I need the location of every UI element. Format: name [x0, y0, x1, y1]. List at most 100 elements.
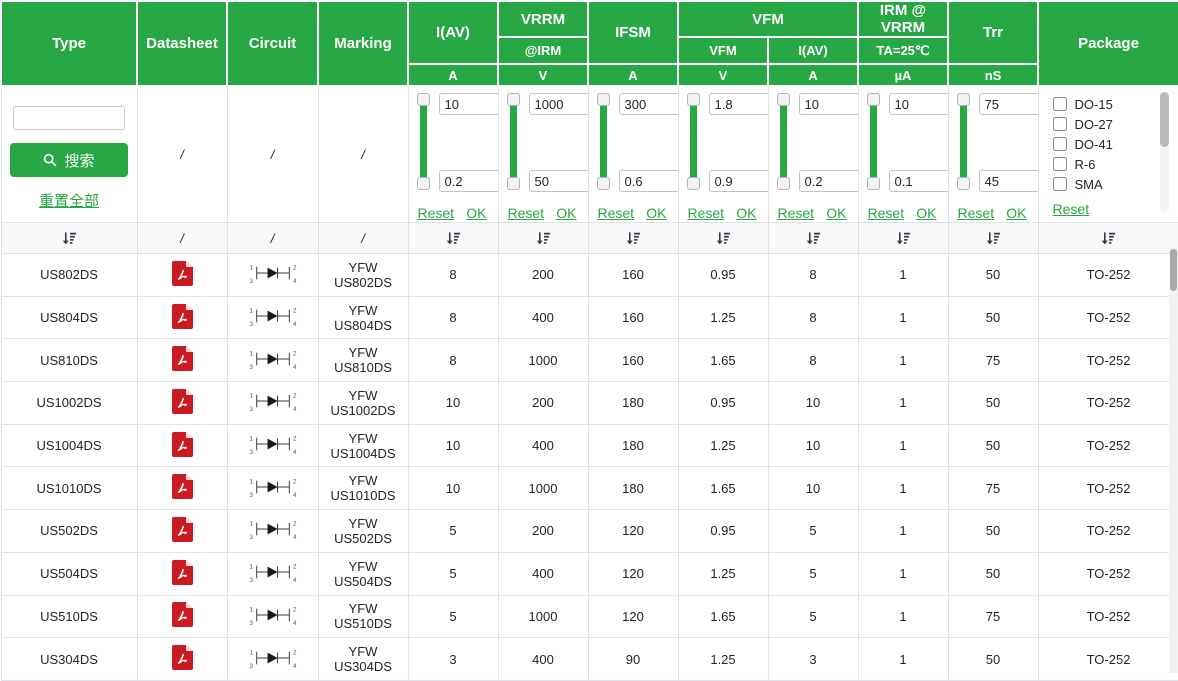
min-value-input[interactable]: [438, 170, 497, 192]
vertical-range-slider[interactable]: [506, 93, 520, 190]
pdf-download-link[interactable]: [171, 303, 193, 329]
max-value-input[interactable]: [708, 93, 767, 115]
svg-text:1: 1: [249, 649, 253, 656]
vertical-range-slider[interactable]: [416, 93, 430, 190]
slider-track[interactable]: [509, 98, 517, 185]
table-scrollbar-thumb[interactable]: [1170, 249, 1177, 291]
sort-vfm[interactable]: [677, 222, 769, 254]
min-value-input[interactable]: [798, 170, 858, 192]
slider-track[interactable]: [689, 98, 697, 185]
min-value-input[interactable]: [888, 170, 948, 192]
sort-icon[interactable]: [986, 231, 1001, 246]
pdf-download-link[interactable]: [171, 431, 193, 457]
min-value-input[interactable]: [618, 170, 677, 192]
search-input[interactable]: [13, 106, 125, 130]
reset-link[interactable]: Reset: [508, 205, 545, 221]
sort-icon[interactable]: [896, 231, 911, 246]
max-value-input[interactable]: [528, 93, 587, 115]
ok-link[interactable]: OK: [1006, 205, 1026, 221]
slider-handle-max[interactable]: [776, 93, 790, 106]
slider-handle-max[interactable]: [686, 93, 700, 106]
table-row: US1002DS 1 3 2 4 YFW US1002DS 10 200 180…: [0, 381, 1178, 425]
slider-handle-max[interactable]: [866, 93, 880, 106]
slider-handle-min[interactable]: [776, 177, 790, 190]
pdf-download-link[interactable]: [171, 388, 193, 414]
vertical-range-slider[interactable]: [776, 93, 790, 190]
min-value-input[interactable]: [528, 170, 587, 192]
ok-link[interactable]: OK: [736, 205, 756, 221]
package-scrollbar[interactable]: [1159, 92, 1169, 212]
reset-link[interactable]: Reset: [688, 205, 725, 221]
sort-vrrm[interactable]: [497, 222, 589, 254]
pdf-download-link[interactable]: [171, 260, 193, 286]
ok-link[interactable]: OK: [916, 205, 936, 221]
checkbox-unchecked[interactable]: [1052, 117, 1067, 131]
sort-trr[interactable]: [947, 222, 1039, 254]
max-value-input[interactable]: [438, 93, 497, 115]
max-value-input[interactable]: [978, 93, 1038, 115]
sort-iav[interactable]: [407, 222, 499, 254]
pdf-download-link[interactable]: [171, 474, 193, 500]
pdf-download-link[interactable]: [171, 346, 193, 372]
slider-handle-max[interactable]: [596, 93, 610, 106]
slider-track[interactable]: [779, 98, 787, 185]
package-reset-link[interactable]: Reset: [1053, 201, 1090, 217]
min-value-input[interactable]: [978, 170, 1038, 192]
reset-link[interactable]: Reset: [868, 205, 905, 221]
checkbox-unchecked[interactable]: [1052, 137, 1067, 151]
package-scrollbar-thumb[interactable]: [1159, 92, 1169, 147]
vertical-range-slider[interactable]: [956, 93, 970, 190]
slider-handle-min[interactable]: [956, 177, 970, 190]
slider-track[interactable]: [419, 98, 427, 185]
pdf-download-link[interactable]: [171, 516, 193, 542]
ok-link[interactable]: OK: [466, 205, 486, 221]
sort-ifsm[interactable]: [587, 222, 679, 254]
search-button[interactable]: 搜索: [10, 143, 128, 177]
slider-handle-min[interactable]: [416, 177, 430, 190]
reset-all-link[interactable]: 重置全部: [39, 190, 99, 211]
sort-type[interactable]: [0, 222, 138, 254]
sort-icon[interactable]: [626, 231, 641, 246]
max-value-input[interactable]: [798, 93, 858, 115]
checkbox-unchecked[interactable]: [1052, 157, 1067, 171]
max-value-input[interactable]: [618, 93, 677, 115]
slider-handle-min[interactable]: [506, 177, 520, 190]
slider-handle-max[interactable]: [416, 93, 430, 106]
slider-handle-min[interactable]: [686, 177, 700, 190]
sort-icon[interactable]: [1101, 231, 1116, 246]
slider-track[interactable]: [869, 98, 877, 185]
pdf-download-link[interactable]: [171, 645, 193, 671]
sort-icon[interactable]: [536, 231, 551, 246]
ok-link[interactable]: OK: [646, 205, 666, 221]
reset-link[interactable]: Reset: [598, 205, 635, 221]
ok-link[interactable]: OK: [556, 205, 576, 221]
checkbox-unchecked[interactable]: [1052, 97, 1067, 111]
pdf-download-link[interactable]: [171, 602, 193, 628]
reset-link[interactable]: Reset: [778, 205, 815, 221]
slider-handle-max[interactable]: [956, 93, 970, 106]
vertical-range-slider[interactable]: [866, 93, 880, 190]
sort-icon[interactable]: [716, 231, 731, 246]
slider-track[interactable]: [959, 98, 967, 185]
sort-irm[interactable]: [857, 222, 949, 254]
slider-track[interactable]: [599, 98, 607, 185]
pdf-download-link[interactable]: [171, 559, 193, 585]
sort-icon[interactable]: [62, 231, 77, 246]
sort-icon[interactable]: [446, 231, 461, 246]
reset-link[interactable]: Reset: [958, 205, 995, 221]
slider-handle-min[interactable]: [596, 177, 610, 190]
sort-icon[interactable]: [806, 231, 821, 246]
min-value-input[interactable]: [708, 170, 767, 192]
vertical-range-slider[interactable]: [596, 93, 610, 190]
ok-link[interactable]: OK: [826, 205, 846, 221]
slider-handle-max[interactable]: [506, 93, 520, 106]
sort-package[interactable]: [1037, 222, 1178, 254]
sort-vfm-iav[interactable]: [767, 222, 859, 254]
cell-circuit: 1 3 2 4: [226, 466, 319, 511]
table-scrollbar[interactable]: [1169, 248, 1178, 673]
reset-link[interactable]: Reset: [418, 205, 455, 221]
slider-handle-min[interactable]: [866, 177, 880, 190]
max-value-input[interactable]: [888, 93, 948, 115]
checkbox-unchecked[interactable]: [1052, 177, 1067, 191]
vertical-range-slider[interactable]: [686, 93, 700, 190]
